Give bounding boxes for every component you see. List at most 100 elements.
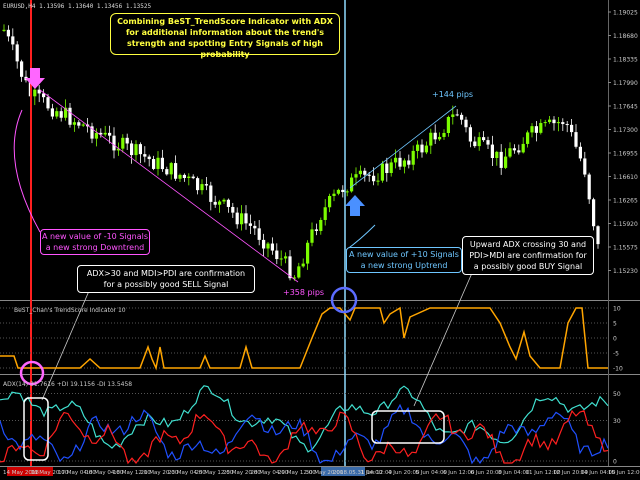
down-note-pointer xyxy=(13,109,41,233)
candle-body xyxy=(460,114,464,120)
candle-body xyxy=(424,145,428,153)
trendscore-tick-label: 5 xyxy=(613,321,617,328)
candle-body xyxy=(583,158,587,175)
candle-body xyxy=(187,176,191,179)
trendscore-title: BeST_Chan's TrendScore Indicator 10 xyxy=(14,307,126,314)
candle-body xyxy=(226,199,230,207)
candle-body xyxy=(20,61,24,77)
candle-body xyxy=(191,176,195,179)
candle-body xyxy=(473,141,477,147)
candle-body xyxy=(521,143,525,153)
candle-body xyxy=(332,193,336,197)
candle-body xyxy=(394,157,398,163)
symbol-header: EURUSD,H4 1.13596 1.13640 1.13456 1.1352… xyxy=(3,3,152,10)
pips-gain-down: +358 pips xyxy=(283,288,324,297)
candle-body xyxy=(310,229,314,243)
candle-body xyxy=(279,258,283,260)
candle-body xyxy=(248,223,252,226)
candle-body xyxy=(446,116,450,133)
candle-body xyxy=(587,174,591,200)
up-signal-text: A new value of +10 Signals a new strong … xyxy=(349,250,459,270)
candle-body xyxy=(468,127,472,142)
candle-body xyxy=(143,154,147,157)
candle-body xyxy=(59,111,63,118)
price-tick-label: 1.17990 xyxy=(613,80,638,87)
candle-body xyxy=(284,256,288,259)
price-tick-label: 1.15920 xyxy=(613,221,638,228)
price-tick-label: 1.16265 xyxy=(613,198,638,205)
candle-body xyxy=(504,156,508,168)
sell-confirm-text: ADX>30 and MDI>PDI are confirmation for … xyxy=(86,269,246,289)
candle-body xyxy=(218,201,222,205)
mt4-chart-screenshot: 1.19025 1.18680 1.18335 1.17990 1.17645 1.173… xyxy=(0,0,640,480)
candle-body xyxy=(380,163,384,181)
candle-body xyxy=(552,119,556,124)
candle-body xyxy=(534,126,538,133)
candle-body xyxy=(341,189,345,192)
candle-body xyxy=(297,266,301,278)
candle-body xyxy=(240,213,244,225)
candle-body xyxy=(33,89,37,97)
candle-body xyxy=(464,119,468,128)
sell-confirm-note: ADX>30 and MDI>PDI are confirmation for … xyxy=(77,265,255,293)
candle-body xyxy=(363,170,367,175)
candle-body xyxy=(574,132,578,147)
candle-body xyxy=(15,44,19,62)
candle-body xyxy=(138,144,142,155)
down-signal-note: A new value of -10 Signals a new strong … xyxy=(40,229,150,255)
price-tick-label: 1.19025 xyxy=(613,10,638,17)
title-note: Combining BeST_TrendScore Indicator with… xyxy=(110,13,340,59)
candle-body xyxy=(174,163,178,179)
mdi-line xyxy=(0,409,609,465)
candle-body xyxy=(2,29,6,31)
candle-body xyxy=(596,226,600,245)
candle-body xyxy=(495,151,499,159)
trendscore-tick-label: 10 xyxy=(613,306,621,313)
candle-body xyxy=(411,150,415,165)
candle-body xyxy=(50,108,54,117)
buy-note-pointer xyxy=(413,272,473,407)
candle-body xyxy=(565,124,569,126)
candle-body xyxy=(178,174,182,179)
candle-body xyxy=(160,157,164,170)
candle-body xyxy=(266,243,270,249)
candle-body xyxy=(77,122,81,126)
candle-body xyxy=(165,169,169,175)
price-tick-label: 1.17300 xyxy=(613,127,638,134)
title-note-text: Combining BeST_TrendScore Indicator with… xyxy=(117,17,333,59)
time-tick-label: 15 Jun 12:00 xyxy=(608,470,640,476)
adx-tick-label: 50 xyxy=(613,391,621,398)
candle-body xyxy=(345,191,349,193)
candle-body xyxy=(543,122,547,124)
candle-body xyxy=(429,132,433,146)
candle-body xyxy=(253,225,257,229)
candle-body xyxy=(438,136,442,140)
pips-gain-up: +144 pips xyxy=(432,90,473,99)
candle-body xyxy=(526,132,530,144)
up-arrow-icon xyxy=(345,195,365,216)
candle-body xyxy=(235,212,239,225)
candle-body xyxy=(477,137,481,147)
candle-body xyxy=(121,137,125,149)
candle-body xyxy=(328,196,332,208)
up-signal-note: A new value of +10 Signals a new strong … xyxy=(346,247,462,273)
candle-body xyxy=(570,124,574,133)
buy-confirm-text: Upward ADX crossing 30 and PDI>MDI are c… xyxy=(469,240,587,271)
time-axis-labels: 14 May 201816 May 20:0017 May 04:0018 Ma… xyxy=(3,470,640,476)
candle-body xyxy=(490,144,494,159)
candle-body xyxy=(275,250,279,260)
candle-body xyxy=(130,143,134,156)
candle-body xyxy=(46,97,50,109)
adx-tick-label: 0 xyxy=(613,459,617,466)
candle-body xyxy=(385,163,389,174)
price-tick-label: 1.15575 xyxy=(613,245,638,252)
candle-body xyxy=(407,160,411,165)
candle-body xyxy=(257,228,261,240)
adx-tick-label: 30 xyxy=(613,418,621,425)
candle-body xyxy=(508,148,512,157)
candle-body xyxy=(55,111,59,117)
candle-body xyxy=(125,137,129,144)
candle-body xyxy=(530,126,534,133)
candle-body xyxy=(231,206,235,213)
candle-body xyxy=(367,174,371,176)
